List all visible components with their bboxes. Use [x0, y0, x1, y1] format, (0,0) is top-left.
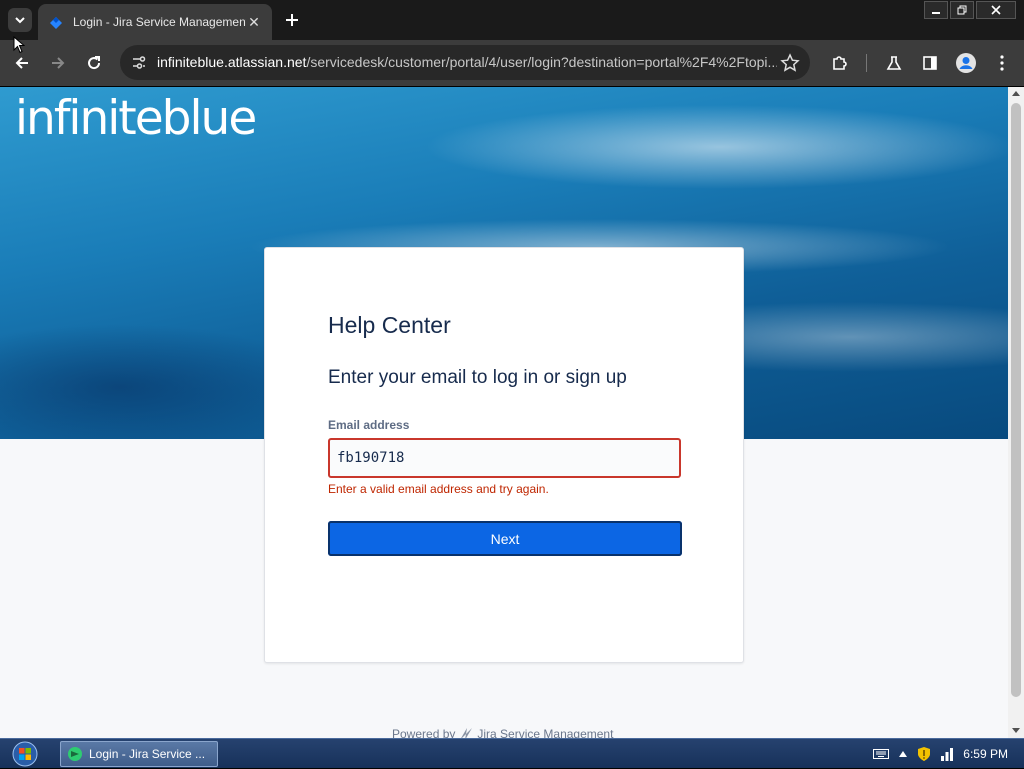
arrow-right-icon [52, 57, 65, 69]
toolbar-divider [866, 54, 867, 72]
email-error-message: Enter a valid email address and try agai… [328, 482, 549, 496]
scroll-thumb[interactable] [1011, 103, 1021, 697]
menu-button[interactable] [990, 51, 1014, 75]
minimize-button[interactable] [924, 1, 948, 19]
restore-icon [957, 5, 967, 15]
browser-toolbar: infiniteblue.atlassian.net/servicedesk/c… [0, 40, 1024, 86]
taskbar-clock[interactable]: 6:59 PM [963, 747, 1008, 761]
keyboard-icon[interactable] [873, 749, 890, 759]
reload-button[interactable] [82, 51, 106, 75]
reload-icon [88, 56, 101, 70]
taskbar-item-browser[interactable]: Login - Jira Service ... [60, 741, 218, 767]
avatar-icon [956, 53, 976, 73]
active-tab[interactable]: Login - Jira Service Management ✕ [38, 4, 272, 40]
extensions-button[interactable] [828, 51, 852, 75]
chevron-down-icon [15, 17, 25, 24]
page-content: infiniteblue Help Center Enter your emai… [0, 87, 1008, 738]
arrow-left-icon [15, 57, 28, 69]
close-icon [991, 5, 1001, 15]
kebab-menu-icon [1000, 55, 1004, 71]
address-bar[interactable]: infiniteblue.atlassian.net/servicedesk/c… [120, 45, 810, 80]
next-button[interactable]: Next [328, 521, 682, 556]
taskbar-item-label: Login - Jira Service ... [89, 747, 206, 761]
bookmark-star-icon[interactable] [780, 53, 800, 73]
powered-by-product[interactable]: Jira Service Management [477, 727, 613, 738]
show-hidden-icons-icon[interactable] [899, 751, 908, 757]
windows-taskbar: Login - Jira Service ... 6:59 PM [0, 738, 1024, 768]
browser-app-icon [68, 747, 82, 761]
email-label: Email address [328, 418, 410, 432]
jira-logo-icon [461, 728, 473, 738]
url-text: infiniteblue.atlassian.net/servicedesk/c… [157, 54, 777, 70]
login-card: Help Center Enter your email to log in o… [264, 247, 744, 663]
card-subtitle: Enter your email to log in or sign up [328, 367, 627, 388]
restore-button[interactable] [950, 1, 974, 19]
tab-title: Login - Jira Service Management [73, 15, 246, 29]
site-info-icon[interactable] [130, 54, 148, 72]
plus-icon [286, 14, 298, 26]
infiniteblue-logo[interactable]: infiniteblue [15, 91, 257, 146]
close-window-button[interactable] [976, 1, 1016, 19]
window-controls [924, 1, 1016, 19]
jira-favicon-icon [50, 17, 62, 29]
url-path: /servicedesk/customer/portal/4/user/logi… [306, 54, 777, 70]
flask-icon [886, 56, 902, 70]
card-title: Help Center [328, 312, 451, 338]
page-scrollbar[interactable] [1008, 87, 1024, 738]
network-icon[interactable] [941, 747, 954, 761]
side-panel-icon [923, 56, 937, 70]
email-field[interactable] [328, 438, 681, 478]
security-shield-icon[interactable] [917, 746, 931, 762]
labs-button[interactable] [882, 51, 906, 75]
profile-button[interactable] [954, 51, 978, 75]
back-button[interactable] [10, 51, 34, 75]
minimize-icon [932, 12, 940, 14]
powered-by-footer: Powered by Jira Service Management [392, 727, 613, 738]
tab-close-icon[interactable]: ✕ [246, 14, 262, 30]
tab-search-button[interactable] [8, 8, 32, 32]
side-panel-button[interactable] [918, 51, 942, 75]
system-tray: 6:59 PM [873, 739, 1024, 769]
start-button[interactable] [8, 740, 42, 768]
puzzle-icon [833, 56, 847, 70]
forward-button[interactable] [46, 51, 70, 75]
windows-logo-icon [12, 741, 38, 767]
tab-strip: Login - Jira Service Management ✕ [0, 0, 1024, 40]
mouse-cursor-icon [13, 36, 25, 54]
new-tab-button[interactable] [282, 10, 302, 30]
scroll-up-arrow-icon[interactable] [1012, 91, 1020, 96]
url-host: infiniteblue.atlassian.net [157, 54, 307, 70]
powered-by-prefix: Powered by [392, 727, 456, 738]
scroll-down-arrow-icon[interactable] [1012, 728, 1020, 733]
